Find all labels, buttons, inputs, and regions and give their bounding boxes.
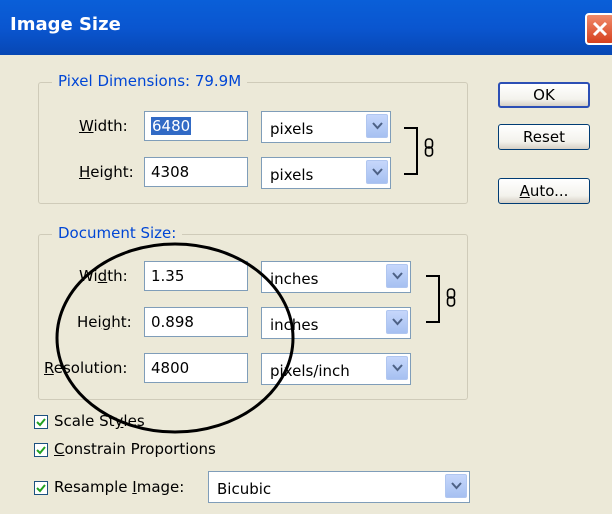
pixel-height-label: Height: [79, 163, 134, 181]
pixel-width-unit-value: pixels [270, 120, 314, 138]
pixel-height-value: 4308 [151, 163, 190, 181]
resolution-value: 4800 [151, 359, 190, 377]
chevron-down-icon [451, 482, 462, 490]
doc-width-label: Width: [79, 267, 128, 285]
doc-height-label: Height: [77, 313, 132, 331]
doc-width-unit-select[interactable]: inches [261, 261, 411, 293]
resample-method-select[interactable]: Bicubic [208, 471, 470, 503]
doc-height-value: 0.898 [151, 313, 194, 331]
doc-height-unit-value: inches [270, 316, 319, 334]
dropdown-arrow[interactable] [386, 310, 408, 334]
close-icon [592, 21, 608, 37]
dropdown-arrow[interactable] [386, 264, 408, 288]
auto-button[interactable]: Auto... [498, 178, 590, 204]
resample-method-value: Bicubic [217, 480, 272, 498]
scale-styles-label[interactable]: Scale Styles [54, 412, 145, 430]
doc-width-unit-value: inches [270, 270, 319, 288]
doc-link-bracket [426, 275, 440, 323]
scale-styles-checkbox[interactable] [34, 415, 48, 429]
resample-image-label[interactable]: Resample Image: [54, 478, 184, 496]
chain-link-icon [446, 288, 456, 307]
pixel-width-input[interactable]: 6480 [144, 111, 248, 141]
close-button[interactable] [585, 13, 612, 45]
resolution-unit-select[interactable]: pixels/inch [261, 353, 411, 385]
document-size-legend: Document Size: [52, 224, 183, 242]
dropdown-arrow[interactable] [366, 114, 388, 138]
pixel-height-unit-select[interactable]: pixels [261, 157, 391, 189]
pixel-width-label: Width: [79, 117, 128, 135]
resample-image-checkbox[interactable] [34, 481, 48, 495]
pixel-width-unit-select[interactable]: pixels [261, 111, 391, 143]
pixel-width-value: 6480 [151, 117, 192, 135]
checkmark-icon [36, 446, 46, 455]
doc-height-unit-select[interactable]: inches [261, 307, 411, 339]
doc-width-value: 1.35 [151, 267, 185, 285]
chevron-down-icon [372, 122, 383, 130]
pixel-height-input[interactable]: 4308 [144, 157, 248, 187]
chevron-down-icon [372, 168, 383, 176]
dropdown-arrow[interactable] [445, 474, 467, 498]
chain-link-icon [424, 138, 434, 157]
title-bar: Image Size [0, 0, 612, 55]
ok-button[interactable]: OK [498, 82, 590, 108]
window-title: Image Size [10, 14, 121, 35]
checkmark-icon [36, 484, 46, 493]
pixel-height-unit-value: pixels [270, 166, 314, 184]
doc-width-input[interactable]: 1.35 [144, 261, 248, 291]
resolution-label: Resolution: [44, 359, 128, 377]
dropdown-arrow[interactable] [386, 356, 408, 380]
resolution-input[interactable]: 4800 [144, 353, 248, 383]
doc-height-input[interactable]: 0.898 [144, 307, 248, 337]
checkmark-icon [36, 418, 46, 427]
pixel-dimensions-legend: Pixel Dimensions: 79.9M [52, 72, 248, 90]
chevron-down-icon [392, 318, 403, 326]
pixel-link-bracket [404, 127, 418, 175]
reset-button[interactable]: Reset [498, 124, 590, 150]
constrain-proportions-checkbox[interactable] [34, 443, 48, 457]
dropdown-arrow[interactable] [366, 160, 388, 184]
chevron-down-icon [392, 364, 403, 372]
constrain-proportions-label[interactable]: Constrain Proportions [54, 440, 216, 458]
resolution-unit-value: pixels/inch [270, 362, 350, 380]
chevron-down-icon [392, 272, 403, 280]
